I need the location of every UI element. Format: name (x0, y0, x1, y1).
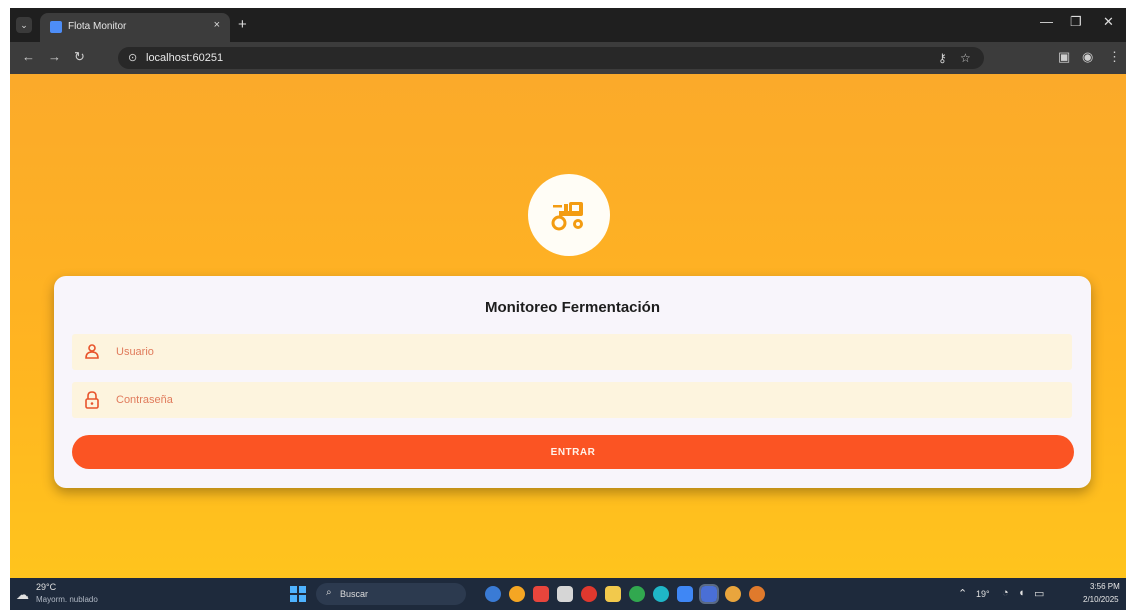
search-label: Buscar (340, 589, 369, 599)
minimize-button[interactable]: — (1040, 14, 1053, 29)
wifi-icon[interactable]: ◔ (1002, 587, 1009, 599)
username-field[interactable] (72, 334, 1072, 370)
login-card: Monitoreo Fermentación ENTRAR (54, 276, 1091, 488)
reload-icon[interactable]: ↻ (74, 49, 85, 65)
profile-icon[interactable]: ◉ (1082, 49, 1093, 65)
login-title: Monitoreo Fermentación (484, 299, 660, 316)
taskbar-search[interactable]: ⌕ Buscar (316, 583, 466, 605)
user-icon (85, 344, 99, 359)
weather-temp[interactable]: 29°C (36, 582, 56, 592)
browser-window: ⌄ Flota Monitor × + — ❐ ✕ ← → ↻ ⊙ localh… (10, 8, 1126, 610)
office-icon[interactable] (533, 586, 549, 602)
tray-temp[interactable]: 19° (976, 589, 990, 599)
start-button[interactable] (290, 586, 306, 602)
taskbar: ☁ 29°C Mayorm. nublado ⌕ Buscar ⌃ 19° ◔ … (10, 578, 1126, 610)
battery-icon[interactable]: ▭ (1034, 587, 1044, 600)
forward-icon[interactable]: → (48, 49, 61, 64)
extensions-icon[interactable]: ▣ (1058, 49, 1070, 65)
tab-strip: ⌄ Flota Monitor × + — ❐ ✕ (10, 8, 1126, 42)
restore-button[interactable]: ❐ (1070, 14, 1082, 30)
tab-active[interactable]: Flota Monitor × (40, 13, 230, 42)
vscode-icon[interactable] (677, 586, 693, 602)
edge-icon[interactable] (653, 586, 669, 602)
url-text[interactable]: localhost:60251 (146, 52, 223, 64)
chrome-icon[interactable] (509, 586, 525, 602)
browser-menu-icon[interactable]: ⋮ (1108, 49, 1121, 65)
weather-icon[interactable]: ☁ (16, 587, 29, 603)
weather-condition[interactable]: Mayorm. nublado (36, 595, 98, 604)
chrome-alt-icon[interactable] (725, 586, 741, 602)
opera-icon[interactable] (581, 586, 597, 602)
browser-alt-icon[interactable] (749, 586, 765, 602)
active-app-icon[interactable] (699, 584, 719, 604)
search-icon: ⌕ (326, 587, 332, 598)
lock-icon (85, 391, 99, 409)
browser-toolbar: ← → ↻ ⊙ localhost:60251 ⚷ ☆ ▣ ◉ ⋮ (10, 42, 1126, 74)
close-window-button[interactable]: ✕ (1103, 14, 1114, 30)
folder-icon[interactable] (605, 586, 621, 602)
address-bar[interactable]: ⊙ localhost:60251 ⚷ ☆ (118, 47, 984, 69)
tray-overflow-icon[interactable]: ⌃ (958, 587, 967, 600)
copilot-icon[interactable] (485, 586, 501, 602)
clock-time[interactable]: 3:56 PM (1090, 582, 1120, 591)
clock-date[interactable]: 2/10/2025 (1083, 595, 1119, 604)
submit-button[interactable]: ENTRAR (72, 435, 1074, 469)
favicon-icon (50, 21, 62, 33)
new-tab-button[interactable]: + (238, 16, 247, 33)
logo (528, 174, 610, 256)
file-explorer-icon[interactable] (557, 586, 573, 602)
tab-search-button[interactable]: ⌄ (16, 17, 32, 33)
key-icon[interactable]: ⚷ (938, 51, 947, 65)
password-input[interactable] (116, 390, 716, 410)
tab-close-icon[interactable]: × (214, 19, 220, 31)
password-field[interactable] (72, 382, 1072, 418)
volume-icon[interactable]: ◖ (1018, 587, 1025, 599)
tab-title: Flota Monitor (68, 21, 127, 32)
tractor-icon (551, 202, 583, 231)
site-info-icon[interactable]: ⊙ (128, 51, 137, 64)
username-input[interactable] (116, 342, 716, 362)
back-icon[interactable]: ← (22, 49, 35, 64)
login-page: Monitoreo Fermentación ENTRAR (10, 74, 1126, 578)
app-icon[interactable] (629, 586, 645, 602)
bookmark-star-icon[interactable]: ☆ (960, 51, 971, 65)
